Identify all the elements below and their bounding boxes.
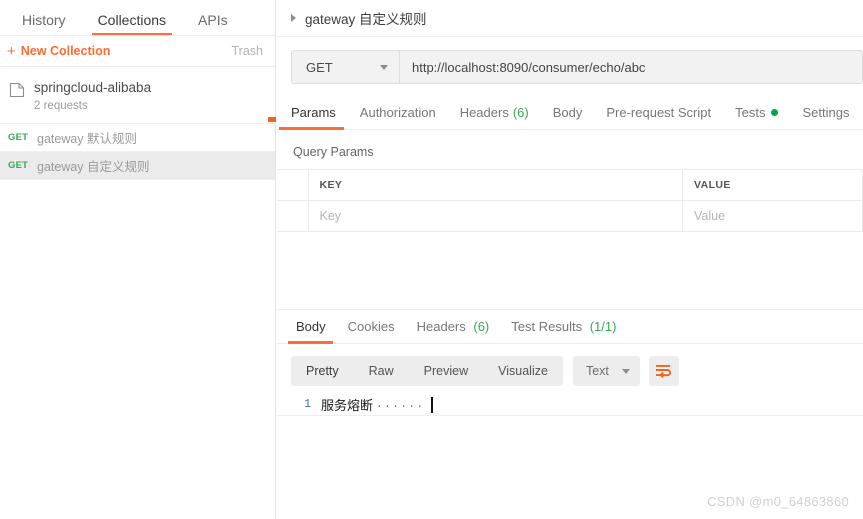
view-mode-raw[interactable]: Raw [354, 356, 409, 386]
sidebar-tab-history[interactable]: History [6, 12, 82, 36]
page-title: gateway 自定义规则 [305, 12, 427, 27]
collection-item-springcloud-alibaba[interactable]: springcloud-alibaba 2 requests [0, 67, 275, 124]
sidebar-request-gateway-default[interactable]: GET gateway 默认规则 [0, 124, 275, 152]
query-params-table: KEY VALUE Key Value [277, 169, 863, 232]
request-url-input[interactable]: http://localhost:8090/consumer/echo/abc [399, 50, 863, 84]
response-tab-test-results-label: Test Results [511, 319, 583, 334]
sidebar-tab-apis-label: APIs [198, 12, 228, 28]
sidebar-tab-collections[interactable]: Collections [82, 12, 182, 36]
postman-window: History Collections APIs + New Collectio… [0, 0, 863, 519]
response-tab-body-label: Body [296, 319, 326, 334]
param-key-input[interactable]: Key [308, 200, 683, 232]
query-params-section-label: Query Params [293, 145, 374, 159]
http-method-label: GET [306, 59, 333, 75]
sidebar-tab-collections-label: Collections [97, 12, 167, 28]
response-format-label: Text [585, 364, 609, 378]
request-method-badge: GET [8, 132, 29, 143]
response-view-mode-group: Pretty Raw Preview Visualize [291, 356, 563, 386]
param-value-input[interactable]: Value [682, 200, 863, 232]
response-tab-body[interactable]: Body [285, 319, 337, 344]
view-mode-visualize[interactable]: Visualize [483, 356, 563, 386]
response-tab-test-results[interactable]: Test Results (1/1) [500, 319, 627, 343]
tab-headers[interactable]: Headers (6) [448, 105, 541, 129]
sidebar-tabs-divider [0, 35, 275, 36]
breadcrumb: gateway 自定义规则 [277, 0, 863, 37]
tab-authorization-label: Authorization [359, 105, 436, 120]
response-tab-headers-label: Headers [416, 319, 466, 334]
chevron-down-icon [380, 64, 388, 70]
tab-tests-label: Tests [735, 105, 766, 120]
word-wrap-button[interactable] [648, 356, 679, 386]
response-tab-cookies-label: Cookies [347, 319, 395, 334]
response-body-toolbar: Pretty Raw Preview Visualize Text [291, 356, 679, 386]
sidebar-tabs: History Collections APIs [0, 0, 275, 36]
view-mode-pretty[interactable]: Pretty [291, 356, 354, 386]
text-cursor [430, 396, 433, 413]
response-tab-test-results-count: (1/1) [589, 319, 617, 334]
tab-body-label: Body [552, 105, 583, 120]
code-line: 1 服务熔断...... [277, 394, 863, 416]
table-header-row: KEY VALUE [277, 169, 863, 201]
watermark: CSDN @m0_64863860 [707, 494, 849, 509]
tab-tests[interactable]: Tests [723, 105, 790, 129]
collection-request-count: 2 requests [34, 100, 88, 112]
response-format-select[interactable]: Text [572, 356, 640, 386]
tab-pre-request-script[interactable]: Pre-request Script [594, 105, 723, 129]
tab-headers-count: (6) [512, 105, 529, 120]
tests-status-dot-icon [771, 109, 779, 116]
tab-headers-label: Headers [459, 105, 509, 120]
collection-name: springcloud-alibaba [34, 80, 152, 95]
tab-pre-request-script-label: Pre-request Script [606, 105, 712, 120]
response-tab-headers-count: (6) [473, 319, 490, 334]
new-collection-label: New Collection [20, 44, 111, 58]
plus-icon: + [7, 42, 16, 60]
sidebar-scrollbar-thumb[interactable] [268, 117, 276, 122]
word-wrap-icon [656, 365, 672, 378]
line-number: 1 [304, 398, 311, 411]
response-body-dots: ...... [376, 398, 425, 411]
response-tabs: Body Cookies Headers (6) Test Results (1… [277, 310, 863, 344]
folder-icon [9, 82, 25, 98]
request-method-badge: GET [8, 160, 29, 171]
request-name: gateway 默认规则 [37, 132, 138, 146]
view-mode-preview[interactable]: Preview [409, 356, 483, 386]
request-name: gateway 自定义规则 [37, 160, 150, 174]
response-body-viewer[interactable]: 1 服务熔断...... [277, 394, 863, 418]
request-url-bar: GET http://localhost:8090/consumer/echo/… [291, 50, 863, 84]
chevron-down-icon [621, 368, 630, 374]
sidebar-tab-history-label: History [22, 12, 66, 28]
response-body-value: 服务熔断 [321, 398, 374, 413]
tab-body[interactable]: Body [541, 105, 595, 129]
http-method-select[interactable]: GET [291, 50, 399, 84]
table-row: Key Value [277, 200, 863, 232]
column-header-value: VALUE [682, 169, 863, 201]
caret-right-icon[interactable] [291, 14, 296, 22]
tab-settings[interactable]: Settings [790, 105, 861, 129]
tab-params[interactable]: Params [279, 105, 348, 130]
sidebar: History Collections APIs + New Collectio… [0, 0, 276, 519]
sidebar-tab-apis[interactable]: APIs [182, 12, 244, 36]
column-header-key: KEY [308, 169, 683, 201]
trash-link[interactable]: Trash [232, 44, 264, 58]
response-body-text: 服务熔断...... [321, 395, 433, 414]
new-collection-button[interactable]: + New Collection [7, 44, 110, 59]
column-select-all[interactable] [277, 169, 309, 201]
tab-params-label: Params [291, 105, 336, 120]
row-checkbox[interactable] [277, 200, 309, 232]
collection-meta: springcloud-alibaba 2 requests [34, 79, 151, 115]
tab-settings-label: Settings [802, 105, 850, 120]
request-tabs: Params Authorization Headers (6) Body Pr… [277, 96, 863, 130]
main-pane: gateway 自定义规则 GET http://localhost:8090/… [277, 0, 863, 519]
response-tab-headers[interactable]: Headers (6) [406, 319, 501, 343]
tab-authorization[interactable]: Authorization [348, 105, 448, 129]
sidebar-actions: + New Collection Trash [0, 36, 275, 67]
sidebar-request-gateway-custom[interactable]: GET gateway 自定义规则 [0, 152, 275, 180]
response-tab-cookies[interactable]: Cookies [337, 319, 406, 343]
